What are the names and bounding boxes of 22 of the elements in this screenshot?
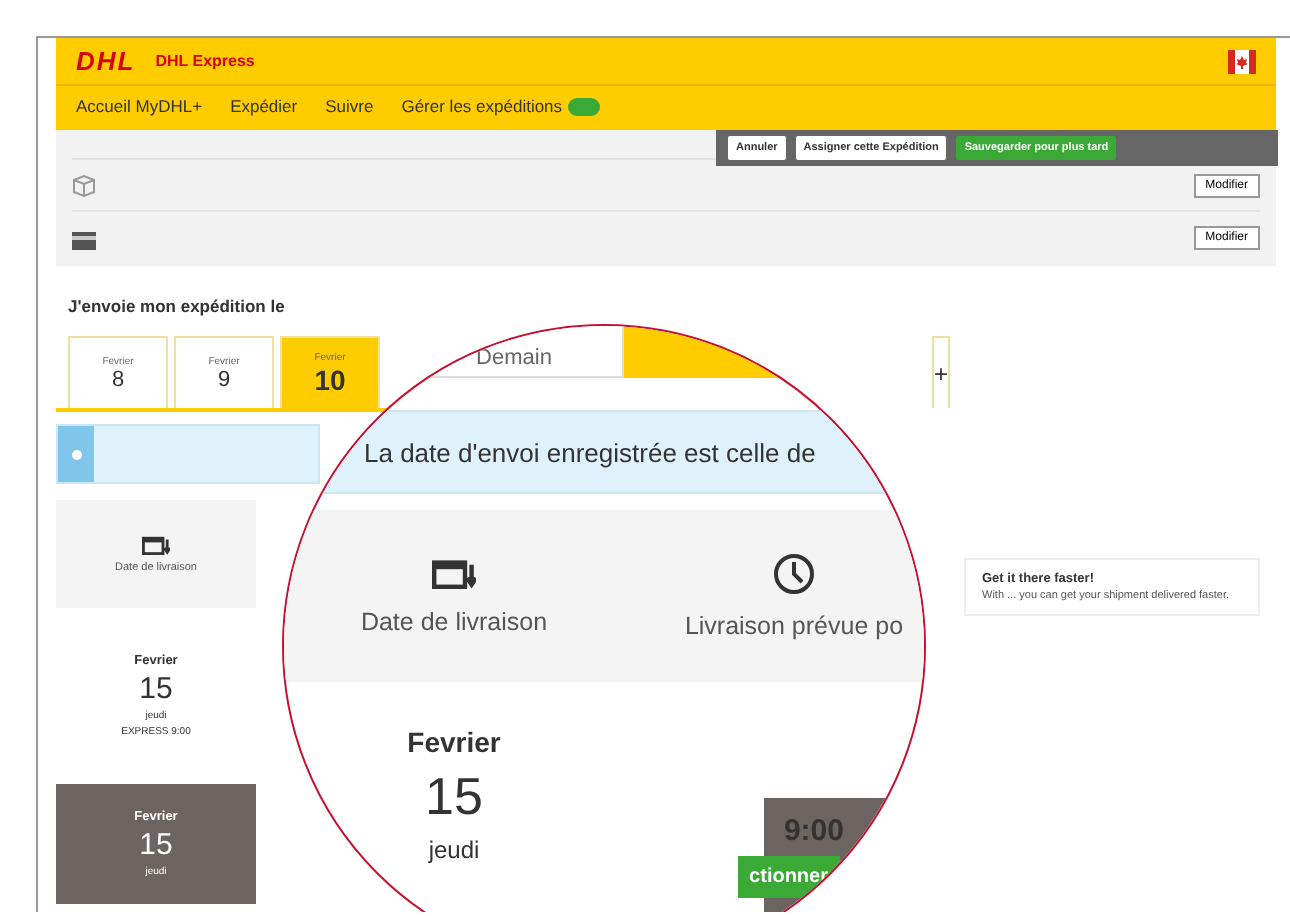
nav-link[interactable]: Accueil MyDHL+ [76,96,203,120]
column-header: Livraison prévue po [624,510,924,682]
count-badge [568,98,601,117]
nav-link[interactable]: Expédier [230,96,298,120]
calendar-icon [432,556,476,592]
flag-icon[interactable] [1228,49,1256,73]
logo[interactable]: DHL [76,46,136,76]
month-label: Fevrier [407,726,501,758]
card-icon [72,232,96,250]
delivery-time: 9:00 [783,814,844,848]
add-date-tab[interactable]: + [932,336,951,408]
section-title: J'envoie mon expédition le [68,296,287,316]
nav-link[interactable]: Gérer les expéditions [401,95,601,121]
weekday-label: jeudi [428,836,480,864]
nav-link[interactable]: Suivre [325,96,374,120]
info-icon [71,449,81,459]
product-name: DHL Express [155,52,255,70]
column-header: Date de livraison [284,510,624,682]
clock-icon [772,552,816,596]
calendar-icon [142,533,170,557]
box-icon [72,174,96,198]
day-number: 15 [425,766,483,828]
